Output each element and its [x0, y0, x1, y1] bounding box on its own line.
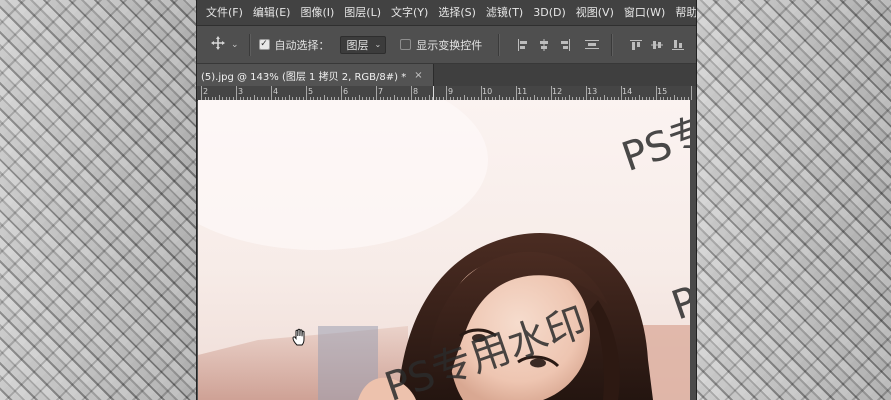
menu-filter[interactable]: 滤镜(T) [481, 0, 528, 26]
menu-edit[interactable]: 编辑(E) [248, 0, 296, 26]
menu-help[interactable]: 帮助(H) [670, 0, 696, 26]
ruler-label: 6 [343, 87, 349, 96]
ruler-label: 11 [517, 87, 528, 96]
ruler-label: 10 [482, 87, 493, 96]
menu-file[interactable]: 文件(F) [201, 0, 248, 26]
ruler-label: 12 [552, 87, 563, 96]
menu-window[interactable]: 窗口(W) [619, 0, 670, 26]
ruler-label: 15 [657, 87, 668, 96]
chevron-down-icon: ⌄ [231, 39, 239, 50]
ruler-label: 4 [273, 87, 279, 96]
menu-layer[interactable]: 图层(L) [339, 0, 386, 26]
show-transform-controls-checkbox[interactable] [400, 39, 412, 50]
hand-cursor-icon [292, 328, 308, 346]
menu-type[interactable]: 文字(Y) [386, 0, 433, 26]
canvas-scroll-edge [690, 100, 696, 400]
ruler-label: 7 [378, 87, 384, 96]
document-tab[interactable]: (5).jpg @ 143% (图层 1 拷贝 2, RGB/8#) * × [197, 64, 434, 86]
align-right-edges-icon[interactable] [559, 38, 571, 51]
align-bottom-edges-icon[interactable] [672, 39, 685, 51]
align-vertical-centers-icon[interactable] [651, 39, 664, 51]
ruler-cursor-marker [433, 86, 434, 100]
distribute-vertical-icon[interactable] [585, 39, 600, 51]
divider [248, 33, 251, 56]
ruler-label: 13 [587, 87, 598, 96]
auto-select-label: 自动选择： [274, 38, 330, 52]
align-top-edges-icon[interactable] [630, 39, 643, 51]
ruler-label: 2 [203, 87, 209, 96]
background-pattern-left [0, 0, 197, 400]
menu-3d[interactable]: 3D(D) [528, 0, 571, 26]
close-icon[interactable]: × [414, 70, 422, 81]
ruler-label: 14 [622, 87, 633, 96]
auto-select-target-dropdown[interactable]: 图层 ⌄ [339, 35, 387, 54]
ruler-label: 9 [448, 87, 454, 96]
move-arrows-icon [211, 35, 225, 54]
tool-preset-picker[interactable]: ⌄ [211, 35, 239, 54]
align-horizontal-centers-icon[interactable] [538, 38, 550, 51]
menu-bar: 文件(F) 编辑(E) 图像(I) 图层(L) 文字(Y) 选择(S) 滤镜(T… [197, 0, 696, 26]
document-tab-title: (5).jpg @ 143% (图层 1 拷贝 2, RGB/8#) * [201, 71, 407, 83]
auto-select-checkbox[interactable]: ✓ [258, 39, 270, 50]
auto-select-target-value: 图层 [346, 38, 369, 52]
ruler-label: 8 [413, 87, 419, 96]
ruler-label: 5 [308, 87, 314, 96]
ruler-label: 3 [238, 87, 244, 96]
chevron-down-icon: ⌄ [374, 40, 382, 49]
align-left-edges-icon[interactable] [517, 38, 529, 51]
menu-select[interactable]: 选择(S) [433, 0, 481, 26]
photoshop-window: 文件(F) 编辑(E) 图像(I) 图层(L) 文字(Y) 选择(S) 滤镜(T… [196, 0, 697, 400]
horizontal-ruler[interactable]: 2 3 4 5 6 7 8 9 10 11 12 13 14 15 [197, 86, 696, 101]
divider [611, 33, 614, 56]
tool-options-bar: ⌄ ✓ 自动选择： 图层 ⌄ 显示变换控件 [197, 26, 696, 64]
background-pattern-right [695, 0, 891, 400]
document-canvas[interactable]: PS专 PS专用水印 P [198, 100, 690, 400]
menu-image[interactable]: 图像(I) [295, 0, 339, 26]
menu-view[interactable]: 视图(V) [571, 0, 619, 26]
show-transform-controls-label: 显示变换控件 [416, 38, 483, 52]
divider [498, 33, 501, 56]
document-tab-bar: (5).jpg @ 143% (图层 1 拷贝 2, RGB/8#) * × [197, 64, 696, 87]
